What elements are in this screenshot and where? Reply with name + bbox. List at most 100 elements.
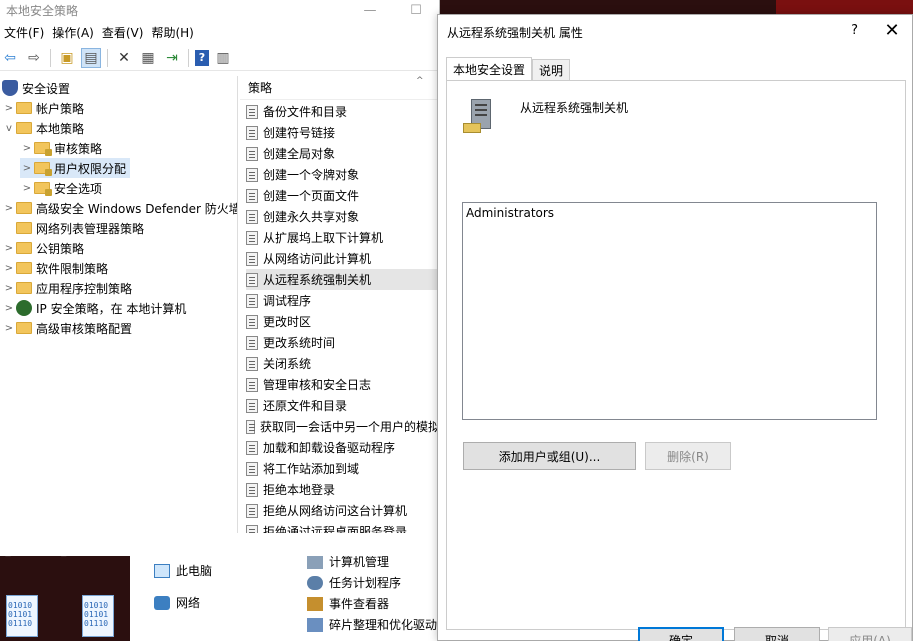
tool-event-viewer[interactable]: 事件查看器 (307, 595, 389, 612)
policy-icon (246, 524, 258, 533)
policy-row[interactable]: 还原文件和目录 (246, 395, 440, 416)
chevron-right-icon[interactable]: > (2, 283, 16, 294)
back-arrow-icon[interactable]: ⇦ (0, 48, 20, 68)
policy-icon (246, 398, 258, 413)
tree-item-public-key[interactable]: > 公钥策略 (2, 238, 84, 258)
policy-row[interactable]: 创建一个页面文件 (246, 185, 440, 206)
tree-item-software-restriction[interactable]: > 软件限制策略 (2, 258, 108, 278)
tree-item-ip-security[interactable]: > IP 安全策略，在 本地计算机 (2, 298, 186, 318)
minimize-button[interactable]: — (347, 0, 393, 20)
members-list[interactable]: Administrators (462, 202, 877, 420)
sort-up-icon: ^ (416, 76, 424, 86)
explorer-item-network[interactable]: 网络 (154, 594, 200, 611)
chevron-right-icon[interactable]: > (2, 323, 16, 334)
policy-row[interactable]: 关闭系统 (246, 353, 440, 374)
chevron-down-icon[interactable]: v (2, 123, 16, 134)
desktop-file-icon[interactable]: 01010 01101 01110 (2, 591, 42, 641)
policy-header-label: 策略 (248, 81, 273, 95)
maximize-button[interactable]: ☐ (393, 0, 439, 20)
policy-row[interactable]: 从网络访问此计算机 (246, 248, 440, 269)
ok-button[interactable]: 确定 (638, 627, 724, 641)
cancel-button[interactable]: 取消 (734, 627, 820, 641)
delete-icon[interactable]: ✕ (114, 48, 134, 68)
policy-row[interactable]: 创建全局对象 (246, 143, 440, 164)
explorer-item-label: 网络 (176, 596, 201, 610)
show-hide-tree-icon[interactable]: ▤ (81, 47, 101, 68)
chevron-right-icon[interactable]: > (20, 163, 34, 174)
tree-item-defender-firewall[interactable]: > 高级安全 Windows Defender 防火墙 (2, 198, 237, 218)
chevron-right-icon[interactable]: > (2, 103, 16, 114)
tree-item-security-settings[interactable]: 安全设置 (2, 78, 70, 98)
tree-item-audit-policy[interactable]: > 审核策略 (20, 138, 102, 158)
tree-item-advanced-audit[interactable]: > 高级审核策略配置 (2, 318, 132, 338)
help-icon[interactable]: ? (195, 49, 209, 66)
policy-row[interactable]: 获取同一会话中另一个用户的模拟 (246, 416, 440, 437)
chevron-right-icon[interactable]: > (2, 303, 16, 314)
folder-lock-icon (34, 182, 52, 196)
policy-label: 还原文件和目录 (263, 399, 348, 413)
chevron-right-icon[interactable]: > (2, 203, 16, 214)
chevron-right-icon[interactable]: > (2, 263, 16, 274)
menu-action[interactable]: 操作(A) (48, 24, 98, 41)
policy-row[interactable]: 管理审核和安全日志 (246, 374, 440, 395)
desktop-file-icon[interactable]: 01010 01101 01110 (78, 591, 118, 641)
tree-item-user-rights[interactable]: > 用户权限分配 (20, 158, 131, 178)
add-user-or-group-button[interactable]: 添加用户或组(U)... (463, 442, 636, 470)
policy-row[interactable]: 创建永久共享对象 (246, 206, 440, 227)
tree-item-label: 审核策略 (54, 141, 103, 156)
export-icon[interactable]: ⇥ (162, 48, 182, 68)
tree-item-account-policies[interactable]: > 帐户策略 (2, 98, 84, 118)
policy-label: 加载和卸载设备驱动程序 (263, 441, 396, 455)
policy-label: 创建符号链接 (263, 126, 336, 140)
tool-defrag[interactable]: 碎片整理和优化驱动 (307, 616, 437, 633)
policy-row[interactable]: 加载和卸载设备驱动程序 (246, 437, 440, 458)
apply-button[interactable]: 应用(A) (828, 627, 912, 641)
policy-icon (246, 146, 258, 161)
policy-row[interactable]: 更改时区 (246, 311, 440, 332)
tool-task-scheduler[interactable]: 任务计划程序 (307, 574, 401, 591)
chevron-right-icon[interactable]: > (20, 143, 34, 154)
policy-row[interactable]: 拒绝通过远程桌面服务登录 (246, 521, 440, 533)
menu-help[interactable]: 帮助(H) (147, 24, 197, 41)
tree-item-local-policies[interactable]: v 本地策略 (2, 118, 84, 138)
policy-row[interactable]: 更改系统时间 (246, 332, 440, 353)
view-icon[interactable]: ▥ (213, 48, 233, 68)
remove-button[interactable]: 删除(R) (645, 442, 731, 470)
policy-row[interactable]: 创建符号链接 (246, 122, 440, 143)
policy-row[interactable]: 拒绝本地登录 (246, 479, 440, 500)
tree-item-network-list[interactable]: 网络列表管理器策略 (2, 218, 144, 238)
policy-row[interactable]: 备份文件和目录 (246, 101, 440, 122)
tree-item-app-control[interactable]: > 应用程序控制策略 (2, 278, 132, 298)
policy-icon (246, 272, 258, 287)
policy-column-header[interactable]: 策略 ^ (240, 76, 440, 100)
tree-item-label: 用户权限分配 (54, 161, 127, 176)
tab-local-security-setting[interactable]: 本地安全设置 (446, 57, 533, 81)
tab-explain[interactable]: 说明 (532, 59, 571, 81)
local-security-policy-window: 本地安全策略 — ☐ 文件(F) 操作(A) 查看(V) 帮助(H) ⇦ ⇨ ▣… (0, 0, 440, 556)
close-button[interactable]: ✕ (880, 20, 904, 41)
policy-row[interactable]: 调试程序 (246, 290, 440, 311)
folder-icon (16, 102, 32, 114)
forward-arrow-icon[interactable]: ⇨ (24, 48, 44, 68)
properties-icon[interactable]: ▦ (138, 48, 158, 68)
properties-dialog: 从远程系统强制关机 属性 ? ✕ 本地安全设置 说明 从远程系统强制关机 Adm… (437, 14, 913, 641)
policy-icon (246, 125, 258, 140)
tree-item-security-options[interactable]: > 安全选项 (20, 178, 102, 198)
up-folder-icon[interactable]: ▣ (57, 48, 77, 68)
help-button[interactable]: ? (851, 23, 858, 38)
chevron-right-icon[interactable]: > (20, 183, 34, 194)
menu-view[interactable]: 查看(V) (98, 24, 148, 41)
policy-icon (246, 482, 258, 497)
policy-label: 将工作站添加到域 (263, 462, 360, 476)
policy-row[interactable]: 将工作站添加到域 (246, 458, 440, 479)
policy-label: 关闭系统 (263, 357, 312, 371)
policy-row[interactable]: 拒绝从网络访问这台计算机 (246, 500, 440, 521)
chevron-right-icon[interactable]: > (2, 243, 16, 254)
menu-file[interactable]: 文件(F) (0, 24, 48, 41)
list-item[interactable]: Administrators (466, 206, 554, 220)
policy-row[interactable]: 从远程系统强制关机 (246, 269, 440, 290)
policy-row[interactable]: 创建一个令牌对象 (246, 164, 440, 185)
policy-row[interactable]: 从扩展坞上取下计算机 (246, 227, 440, 248)
folder-lock-icon (34, 162, 52, 176)
explorer-item-this-pc[interactable]: 此电脑 (154, 562, 212, 579)
